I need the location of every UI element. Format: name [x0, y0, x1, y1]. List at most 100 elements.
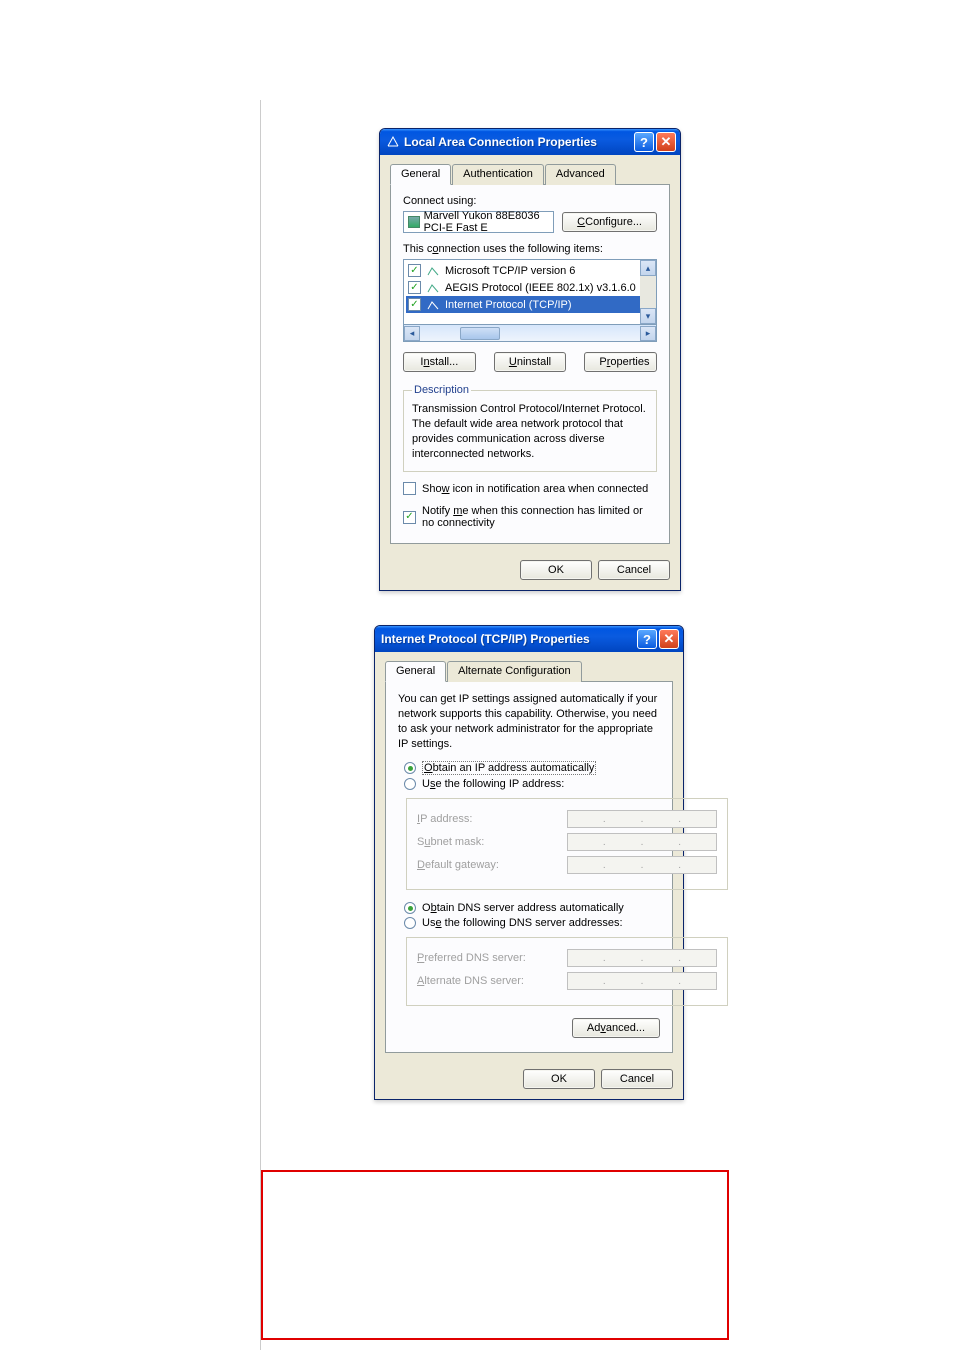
- scroll-left-icon[interactable]: ◂: [404, 326, 420, 341]
- radio-ip-auto[interactable]: Obtain an IP address automatically: [404, 761, 660, 775]
- gateway-label: Default gateway:: [417, 859, 567, 871]
- scroll-right-icon[interactable]: ▸: [640, 326, 656, 341]
- radio-label: Obtain DNS server address automatically: [422, 902, 624, 914]
- tab-general[interactable]: General: [385, 661, 446, 682]
- ip-radio-group: Obtain an IP address automatically Use t…: [404, 761, 660, 790]
- radio-icon[interactable]: [404, 917, 416, 929]
- tab-alternate-config[interactable]: Alternate Configuration: [447, 661, 582, 682]
- items-list[interactable]: Microsoft TCP/IP version 6 AEGIS Protoco…: [403, 259, 657, 325]
- tab-strip: General Alternate Configuration: [385, 660, 673, 682]
- adapter-name: Marvell Yukon 88E8036 PCI-E Fast E: [424, 210, 550, 234]
- radio-icon[interactable]: [404, 902, 416, 914]
- list-item[interactable]: AEGIS Protocol (IEEE 802.1x) v3.1.6.0: [406, 279, 654, 296]
- list-item[interactable]: Microsoft TCP/IP version 6: [406, 262, 654, 279]
- close-button[interactable]: ✕: [659, 629, 679, 649]
- pref-dns-row: Preferred DNS server: ...: [417, 949, 717, 967]
- highlight-box: [261, 1170, 729, 1340]
- window-title: Internet Protocol (TCP/IP) Properties: [381, 632, 635, 646]
- tab-advanced[interactable]: Advanced: [545, 164, 616, 185]
- close-button[interactable]: ✕: [656, 132, 676, 152]
- adapter-field[interactable]: Marvell Yukon 88E8036 PCI-E Fast E: [403, 211, 554, 233]
- radio-label: Use the following IP address:: [422, 778, 564, 790]
- scroll-up-icon[interactable]: ▴: [640, 260, 656, 276]
- window-title-text: Internet Protocol (TCP/IP) Properties: [381, 632, 590, 646]
- radio-icon[interactable]: [404, 762, 416, 774]
- protocol-icon: [425, 299, 441, 311]
- ip-address-input: ...: [567, 810, 717, 828]
- gateway-row: Default gateway: ...: [417, 856, 717, 874]
- item-label: Internet Protocol (TCP/IP): [445, 299, 572, 311]
- help-button[interactable]: ?: [637, 629, 657, 649]
- tab-strip: General Authentication Advanced: [390, 163, 670, 185]
- cancel-button[interactable]: Cancel: [601, 1069, 673, 1089]
- scroll-down-icon[interactable]: ▾: [640, 308, 656, 324]
- radio-icon[interactable]: [404, 778, 416, 790]
- item-label: Microsoft TCP/IP version 6: [445, 265, 575, 277]
- titlebar[interactable]: Local Area Connection Properties ? ✕: [380, 129, 680, 155]
- protocol-icon: [425, 282, 441, 294]
- checkbox-icon[interactable]: [408, 281, 421, 294]
- tab-authentication[interactable]: Authentication: [452, 164, 544, 185]
- tab-area: General Alternate Configuration You can …: [375, 652, 683, 1061]
- item-buttons-row: Install... Uninstall Properties: [403, 352, 657, 372]
- subnet-label: Subnet mask:: [417, 836, 567, 848]
- radio-dns-manual[interactable]: Use the following DNS server addresses:: [404, 917, 660, 929]
- alt-dns-input: ...: [567, 972, 717, 990]
- dns-fields-group: Preferred DNS server: ... Alternate DNS …: [406, 937, 728, 1006]
- checkbox-icon[interactable]: [403, 511, 416, 524]
- checkbox-icon[interactable]: [408, 298, 421, 311]
- notify-row[interactable]: Notify me when this connection has limit…: [403, 505, 657, 529]
- description-heading: Description: [412, 384, 471, 396]
- properties-button[interactable]: Properties: [584, 352, 657, 372]
- advanced-button[interactable]: Advanced...: [572, 1018, 660, 1038]
- items-label: This connection uses the following items…: [403, 243, 657, 255]
- checkbox-icon[interactable]: [403, 482, 416, 495]
- install-button[interactable]: Install...: [403, 352, 476, 372]
- ip-address-label: IP address:: [417, 813, 567, 825]
- horizontal-scrollbar[interactable]: ◂ ▸: [403, 325, 657, 342]
- connect-using-label: Connect using:: [403, 195, 657, 207]
- titlebar[interactable]: Internet Protocol (TCP/IP) Properties ? …: [375, 626, 683, 652]
- list-item-selected[interactable]: Internet Protocol (TCP/IP): [406, 296, 654, 313]
- tab-body-general: Connect using: Marvell Yukon 88E8036 PCI…: [390, 185, 670, 544]
- description-group: Description Transmission Control Protoco…: [403, 384, 657, 472]
- tab-area: General Authentication Advanced Connect …: [380, 155, 680, 552]
- notify-label: Notify me when this connection has limit…: [422, 505, 657, 529]
- tab-body-general: You can get IP settings assigned automat…: [385, 682, 673, 1053]
- dialog-buttons: OK Cancel: [380, 552, 680, 590]
- dialog-buttons: OK Cancel: [375, 1061, 683, 1099]
- cancel-button[interactable]: Cancel: [598, 560, 670, 580]
- advanced-row: Advanced...: [398, 1018, 660, 1038]
- radio-dns-auto[interactable]: Obtain DNS server address automatically: [404, 902, 660, 914]
- lan-properties-window: Local Area Connection Properties ? ✕ Gen…: [379, 128, 681, 591]
- uninstall-button[interactable]: Uninstall: [494, 352, 567, 372]
- ok-button[interactable]: OK: [523, 1069, 595, 1089]
- radio-label: Use the following DNS server addresses:: [422, 917, 623, 929]
- configure-button[interactable]: CConfigure...Configure...: [562, 212, 657, 232]
- help-button[interactable]: ?: [634, 132, 654, 152]
- alt-dns-label: Alternate DNS server:: [417, 975, 567, 987]
- ip-address-row: IP address: ...: [417, 810, 717, 828]
- ip-fields-group: IP address: ... Subnet mask: ... Default…: [406, 798, 728, 890]
- gateway-input: ...: [567, 856, 717, 874]
- alt-dns-row: Alternate DNS server: ...: [417, 972, 717, 990]
- subnet-input: ...: [567, 833, 717, 851]
- radio-label: Obtain an IP address automatically: [422, 761, 596, 775]
- protocol-icon: [425, 265, 441, 277]
- pref-dns-label: Preferred DNS server:: [417, 952, 567, 964]
- ok-button[interactable]: OK: [520, 560, 592, 580]
- show-icon-row[interactable]: Show icon in notification area when conn…: [403, 482, 657, 495]
- item-label: AEGIS Protocol (IEEE 802.1x) v3.1.6.0: [445, 282, 636, 294]
- adapter-row: Marvell Yukon 88E8036 PCI-E Fast E CConf…: [403, 211, 657, 233]
- subnet-row: Subnet mask: ...: [417, 833, 717, 851]
- tab-general[interactable]: General: [390, 164, 451, 185]
- dns-radio-group: Obtain DNS server address automatically …: [404, 902, 660, 929]
- network-icon: [386, 135, 400, 149]
- scroll-thumb[interactable]: [460, 327, 500, 340]
- radio-ip-manual[interactable]: Use the following IP address:: [404, 778, 660, 790]
- window-title-text: Local Area Connection Properties: [404, 135, 597, 149]
- checkbox-icon[interactable]: [408, 264, 421, 277]
- nic-icon: [408, 216, 420, 228]
- vertical-scrollbar[interactable]: ▴ ▾: [640, 260, 656, 324]
- tcpip-properties-window: Internet Protocol (TCP/IP) Properties ? …: [374, 625, 684, 1100]
